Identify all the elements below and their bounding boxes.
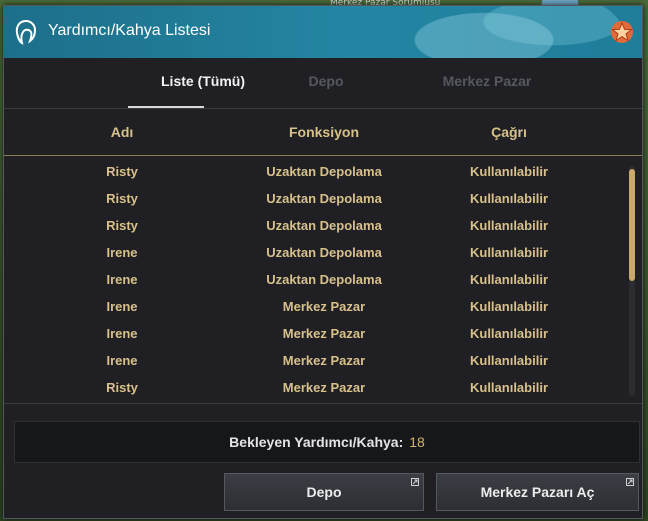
helper-function: Merkez Pazar	[282, 353, 366, 368]
list-item[interactable]: Risty Merkez Pazar Kullanılabilir	[4, 374, 642, 401]
helper-list-window: Yardımcı/Kahya Listesi Liste (Tümü) Depo…	[3, 5, 643, 519]
tab-list-all[interactable]: Liste (Tümü)	[128, 58, 278, 108]
helper-call-status: Kullanılabilir	[469, 326, 548, 341]
column-call[interactable]: Çağrı	[444, 109, 574, 155]
tab-depot-label: Depo	[308, 73, 344, 89]
helper-name: Irene	[106, 326, 138, 341]
tab-list-all-label: Liste (Tümü)	[161, 73, 245, 89]
helper-call-status: Kullanılabilir	[469, 164, 548, 179]
tab-central-market[interactable]: Merkez Pazar	[422, 58, 552, 108]
title-decoration	[392, 6, 622, 58]
tab-depot[interactable]: Depo	[286, 58, 366, 108]
open-central-market-button[interactable]: Merkez Pazarı Aç	[436, 473, 639, 511]
helper-function: Uzaktan Depolama	[266, 218, 382, 233]
helper-name: Risty	[106, 380, 138, 395]
hair-silhouette-icon	[15, 19, 37, 45]
expand-corner-icon	[411, 478, 419, 486]
list-divider	[4, 403, 642, 404]
helper-call-status: Kullanılabilir	[469, 380, 548, 395]
list-item[interactable]: Risty Uzaktan Depolama Kullanılabilir	[4, 212, 642, 239]
list-scrollbar[interactable]	[629, 166, 635, 396]
list-item[interactable]: Irene Merkez Pazar Kullanılabilir	[4, 293, 642, 320]
helper-name: Irene	[106, 299, 138, 314]
helper-function: Uzaktan Depolama	[266, 245, 382, 260]
helper-call-status: Kullanılabilir	[469, 299, 548, 314]
helper-call-status: Kullanılabilir	[469, 272, 548, 287]
expand-corner-icon	[626, 478, 634, 486]
helper-name: Risty	[106, 164, 138, 179]
helper-function: Uzaktan Depolama	[266, 164, 382, 179]
depot-button-label: Depo	[306, 484, 342, 500]
title-bar[interactable]: Yardımcı/Kahya Listesi	[4, 6, 642, 58]
active-tab-underline	[128, 106, 204, 108]
tab-central-market-label: Merkez Pazar	[442, 73, 532, 89]
helper-call-status: Kullanılabilir	[469, 245, 548, 260]
scrollbar-thumb[interactable]	[629, 169, 635, 281]
helper-function: Uzaktan Depolama	[266, 272, 382, 287]
column-function[interactable]: Fonksiyon	[244, 109, 404, 155]
pending-label: Bekleyen Yardımcı/Kahya:	[229, 434, 404, 450]
list-item[interactable]: Irene Uzaktan Depolama Kullanılabilir	[4, 239, 642, 266]
helper-name: Risty	[106, 191, 138, 206]
pending-count: 18	[409, 434, 425, 450]
list-item[interactable]: Irene Uzaktan Depolama Kullanılabilir	[4, 266, 642, 293]
helper-call-status: Kullanılabilir	[469, 191, 548, 206]
column-header: Adı Fonksiyon Çağrı	[4, 109, 642, 156]
list-item[interactable]: Irene Merkez Pazar Kullanılabilir	[4, 347, 642, 374]
column-name[interactable]: Adı	[72, 109, 172, 155]
list-item[interactable]: Risty Uzaktan Depolama Kullanılabilir	[4, 158, 642, 185]
helper-call-status: Kullanılabilir	[469, 353, 548, 368]
helper-name: Irene	[106, 245, 138, 260]
helper-function: Merkez Pazar	[282, 299, 366, 314]
tab-bar: Liste (Tümü) Depo Merkez Pazar	[4, 58, 642, 109]
list-item[interactable]: Irene Merkez Pazar Kullanılabilir	[4, 320, 642, 347]
list-item[interactable]: Risty Uzaktan Depolama Kullanılabilir	[4, 185, 642, 212]
helper-name: Irene	[106, 272, 138, 287]
window-title: Yardımcı/Kahya Listesi	[48, 22, 211, 39]
depot-button[interactable]: Depo	[224, 473, 424, 511]
helper-name: Risty	[106, 218, 138, 233]
helper-call-status: Kullanılabilir	[469, 218, 548, 233]
helper-function: Uzaktan Depolama	[266, 191, 382, 206]
helper-name: Irene	[106, 353, 138, 368]
helper-function: Merkez Pazar	[282, 326, 366, 341]
helper-list: Risty Uzaktan Depolama Kullanılabilir Risty…	[4, 158, 642, 403]
star-close-icon[interactable]	[610, 20, 634, 44]
pending-helpers-panel: Bekleyen Yardımcı/Kahya: 18	[14, 421, 640, 463]
helper-function: Merkez Pazar	[282, 380, 366, 395]
open-central-market-label: Merkez Pazarı Aç	[480, 484, 595, 500]
